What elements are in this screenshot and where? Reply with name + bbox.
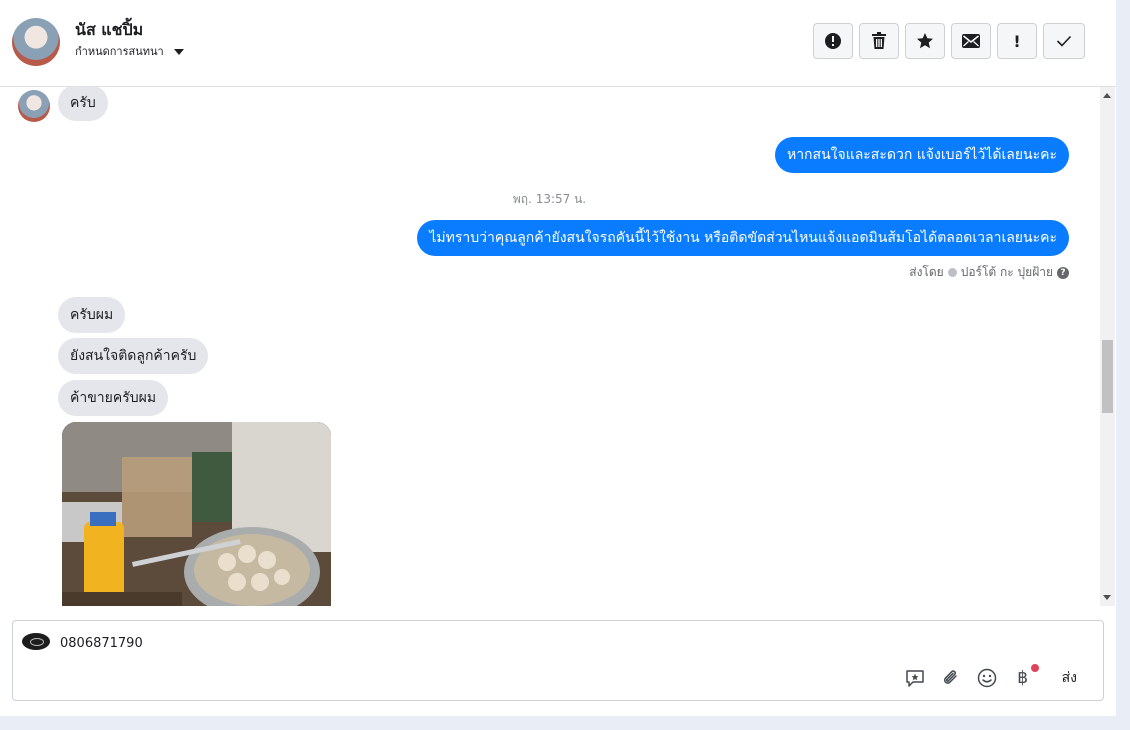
- thread-scrollbar[interactable]: [1100, 87, 1115, 606]
- conversation-panel: นัส แชปิ้ม กำหนดการสนทนา ! ครับ หากสนใจแ…: [0, 0, 1116, 716]
- sent-by-name: ปอร์โต้ กะ ปุยฝ้าย: [960, 265, 1053, 279]
- send-button[interactable]: ส่ง: [1062, 667, 1077, 689]
- sent-by-prefix: ส่งโดย: [909, 265, 944, 279]
- scroll-up-arrow-icon[interactable]: [1103, 93, 1111, 98]
- alert-circle-icon: [825, 33, 841, 49]
- paperclip-icon: [943, 670, 957, 684]
- sent-check-icon: [947, 268, 957, 277]
- check-icon: [1056, 35, 1072, 47]
- sender-avatar: [18, 90, 50, 122]
- scroll-down-arrow-icon[interactable]: [1103, 595, 1111, 600]
- contact-avatar[interactable]: [12, 18, 60, 66]
- star-button[interactable]: [905, 23, 945, 59]
- attach-button[interactable]: [940, 667, 962, 689]
- notification-dot: [1030, 664, 1039, 672]
- help-icon[interactable]: ?: [1057, 266, 1069, 279]
- scroll-thumb[interactable]: [1102, 340, 1113, 413]
- message-composer: ฿ ส่ง: [12, 620, 1104, 701]
- composer-tools: ฿ ส่ง: [904, 664, 1077, 689]
- message-outgoing: ไม่ทราบว่าคุณลูกค้ายังสนใจรถคันนี้ไว้ใช้…: [417, 220, 1069, 256]
- mark-unread-button[interactable]: [951, 23, 991, 59]
- emoji-button[interactable]: [976, 667, 998, 689]
- saved-reply-button[interactable]: [904, 667, 926, 689]
- message-input[interactable]: [60, 633, 880, 653]
- saved-reply-icon: [905, 670, 924, 687]
- conversation-header: นัส แชปิ้ม กำหนดการสนทนา !: [0, 0, 1116, 87]
- payment-button[interactable]: ฿: [1012, 664, 1039, 689]
- delete-button[interactable]: [859, 23, 899, 59]
- caret-down-icon: [173, 48, 184, 55]
- message-timestamp: พฤ. 13:57 น.: [512, 192, 587, 206]
- spam-button[interactable]: !: [997, 23, 1037, 59]
- header-actions: !: [813, 23, 1085, 59]
- message-photo[interactable]: [62, 422, 331, 606]
- star-icon: [917, 33, 933, 49]
- page-logo-avatar: [22, 633, 50, 650]
- alert-button[interactable]: [813, 23, 853, 59]
- conversation-label-dropdown[interactable]: กำหนดการสนทนา: [75, 42, 184, 60]
- message-thread[interactable]: ครับ หากสนใจและสะดวก แจ้งเบอร์ไว้ได้เลยน…: [0, 87, 1099, 606]
- smiley-icon: [977, 668, 996, 688]
- trash-icon: [872, 32, 886, 49]
- envelope-icon: [962, 34, 980, 48]
- contact-name[interactable]: นัส แชปิ้ม: [75, 18, 143, 43]
- photo-image: [62, 422, 331, 606]
- message-incoming: ยังสนใจติดลูกค้าครับ: [58, 338, 209, 374]
- message-incoming: ครับ: [58, 87, 108, 121]
- exclamation-icon: !: [1013, 31, 1021, 51]
- conversation-label-text: กำหนดการสนทนา: [75, 45, 164, 58]
- mark-done-button[interactable]: [1043, 23, 1085, 59]
- message-incoming: ค้าขายครับผม: [58, 380, 169, 416]
- sent-by-info: ส่งโดย ปอร์โต้ กะ ปุยฝ้าย ?: [909, 263, 1069, 282]
- message-incoming: ครับผม: [58, 297, 126, 333]
- message-outgoing: หากสนใจและสะดวก แจ้งเบอร์ไว้ได้เลยนะคะ: [774, 137, 1069, 173]
- baht-icon: ฿: [1017, 668, 1029, 688]
